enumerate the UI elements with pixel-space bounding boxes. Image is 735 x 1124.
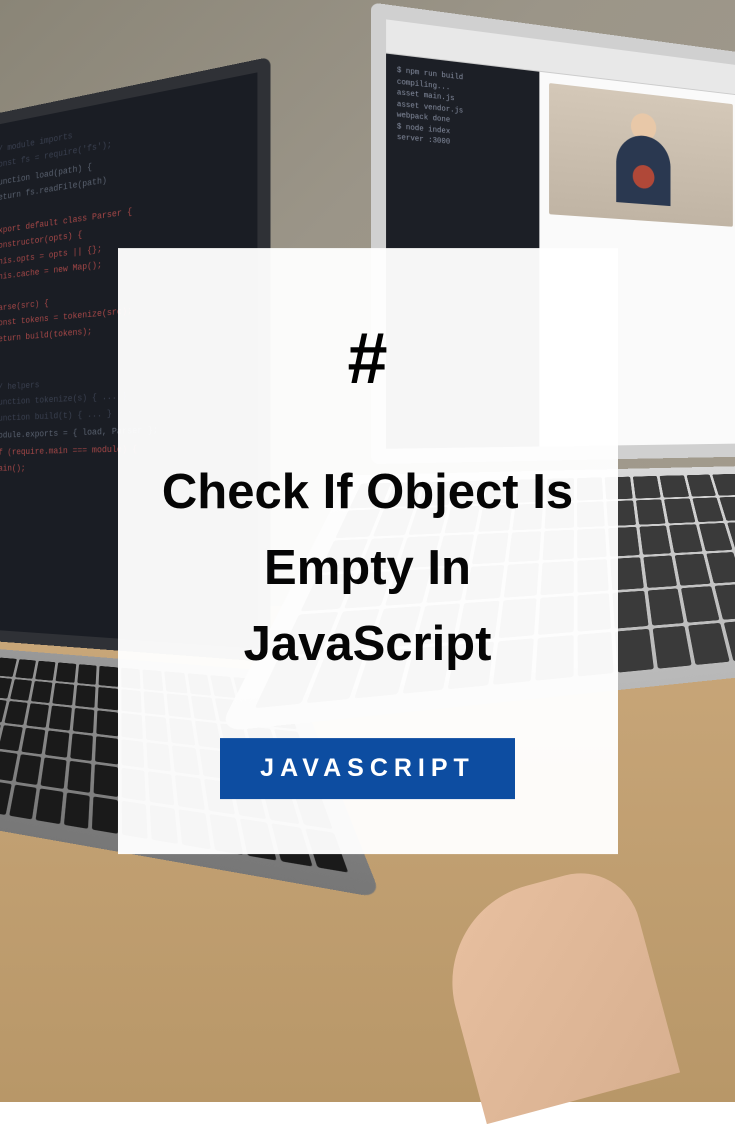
article-title: Check If Object Is Empty In JavaScript: [158, 455, 578, 683]
hash-icon: #: [158, 318, 578, 400]
person-photo: [549, 83, 733, 227]
category-badge: JAVASCRIPT: [220, 738, 515, 799]
content-card: # Check If Object Is Empty In JavaScript…: [118, 248, 618, 854]
